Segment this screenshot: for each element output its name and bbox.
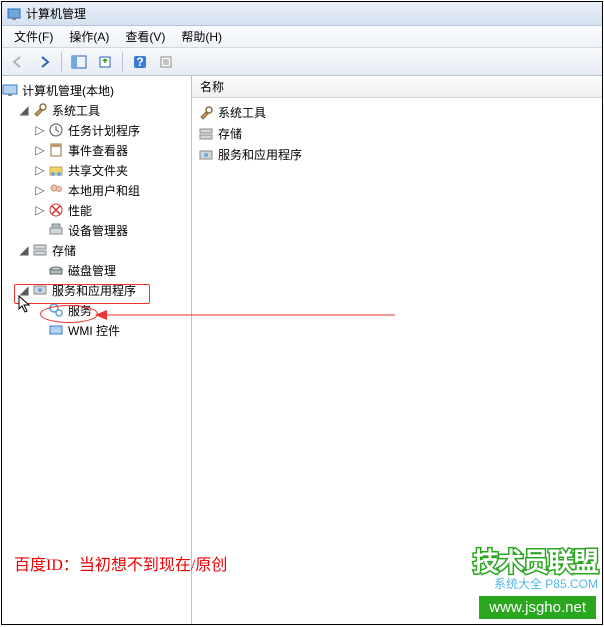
tree-wmi[interactable]: WMI 控件 (2, 320, 191, 340)
expand-icon[interactable]: ▷ (34, 183, 46, 197)
tree-label: 服务和应用程序 (50, 282, 138, 299)
expand-icon[interactable]: ▷ (34, 163, 46, 177)
tools-icon (32, 102, 48, 118)
toolbar-separator (122, 52, 123, 72)
tree-services-apps[interactable]: ◢ 服务和应用程序 (2, 280, 191, 300)
clock-icon (48, 122, 64, 138)
window-title: 计算机管理 (26, 5, 86, 22)
list-item-label: 存储 (218, 125, 242, 142)
tree-label: WMI 控件 (66, 322, 122, 339)
expand-icon[interactable]: ▷ (34, 123, 46, 137)
tree-label: 服务 (66, 302, 94, 319)
tree-pane: 计算机管理(本地) ◢ 系统工具 ▷ 任务计划程序 ▷ (2, 76, 192, 624)
back-button (6, 51, 30, 73)
collapse-icon[interactable]: ◢ (18, 283, 30, 297)
tree-label: 共享文件夹 (66, 162, 130, 179)
list-item-label: 系统工具 (218, 104, 266, 121)
collapse-icon[interactable]: ◢ (18, 243, 30, 257)
tree-label: 磁盘管理 (66, 262, 118, 279)
app-icon (6, 6, 22, 22)
tree-storage[interactable]: ◢ 存储 (2, 240, 191, 260)
services-apps-icon (198, 147, 214, 163)
services-apps-icon (32, 282, 48, 298)
tree-label: 本地用户和组 (66, 182, 142, 199)
expand-icon[interactable]: ▷ (34, 143, 46, 157)
tree-shared-folders[interactable]: ▷ 共享文件夹 (2, 160, 191, 180)
expand-icon[interactable]: ▷ (34, 203, 46, 217)
tree-label: 事件查看器 (66, 142, 130, 159)
event-icon (48, 142, 64, 158)
tree-label: 性能 (66, 202, 94, 219)
menu-help[interactable]: 帮助(H) (173, 26, 230, 47)
tools-icon (198, 105, 214, 121)
list-item-label: 服务和应用程序 (218, 146, 302, 163)
tree-root[interactable]: 计算机管理(本地) (2, 80, 191, 100)
toolbar: ? (2, 48, 602, 76)
content-pane: 名称 系统工具 存储 服务和应用程序 (192, 76, 602, 624)
gears-icon (48, 302, 64, 318)
menu-file[interactable]: 文件(F) (6, 26, 61, 47)
tree-label: 任务计划程序 (66, 122, 142, 139)
list-item[interactable]: 存储 (198, 123, 596, 144)
tree-services[interactable]: 服务 (2, 300, 191, 320)
list-item[interactable]: 服务和应用程序 (198, 144, 596, 165)
export-button[interactable] (93, 51, 117, 73)
users-icon (48, 182, 64, 198)
properties-button[interactable] (154, 51, 178, 73)
column-header-name[interactable]: 名称 (200, 78, 224, 95)
list-item[interactable]: 系统工具 (198, 102, 596, 123)
tree-task-scheduler[interactable]: ▷ 任务计划程序 (2, 120, 191, 140)
annotation-text: 百度ID：当初想不到现在/原创 (14, 551, 227, 575)
help-button[interactable]: ? (128, 51, 152, 73)
tree-label: 存储 (50, 242, 78, 259)
device-icon (48, 222, 64, 238)
titlebar: 计算机管理 (2, 2, 602, 26)
toolbar-separator (61, 52, 62, 72)
storage-icon (32, 242, 48, 258)
tree-performance[interactable]: ▷ 性能 (2, 200, 191, 220)
tree-event-viewer[interactable]: ▷ 事件查看器 (2, 140, 191, 160)
tree-disk-mgmt[interactable]: 磁盘管理 (2, 260, 191, 280)
tree-label: 系统工具 (50, 102, 102, 119)
computer-icon (2, 82, 18, 98)
svg-text:?: ? (136, 55, 143, 69)
show-hide-tree-button[interactable] (67, 51, 91, 73)
perf-icon (48, 202, 64, 218)
share-icon (48, 162, 64, 178)
collapse-icon[interactable]: ◢ (18, 103, 30, 117)
tree-root-label: 计算机管理(本地) (20, 82, 116, 99)
menu-view[interactable]: 查看(V) (117, 26, 173, 47)
tree-device-manager[interactable]: 设备管理器 (2, 220, 191, 240)
forward-button[interactable] (32, 51, 56, 73)
menubar: 文件(F) 操作(A) 查看(V) 帮助(H) (2, 26, 602, 48)
tree-label: 设备管理器 (66, 222, 130, 239)
tree-local-users[interactable]: ▷ 本地用户和组 (2, 180, 191, 200)
tree-system-tools[interactable]: ◢ 系统工具 (2, 100, 191, 120)
storage-icon (198, 126, 214, 142)
wmi-icon (48, 322, 64, 338)
menu-action[interactable]: 操作(A) (61, 26, 117, 47)
disk-icon (48, 262, 64, 278)
